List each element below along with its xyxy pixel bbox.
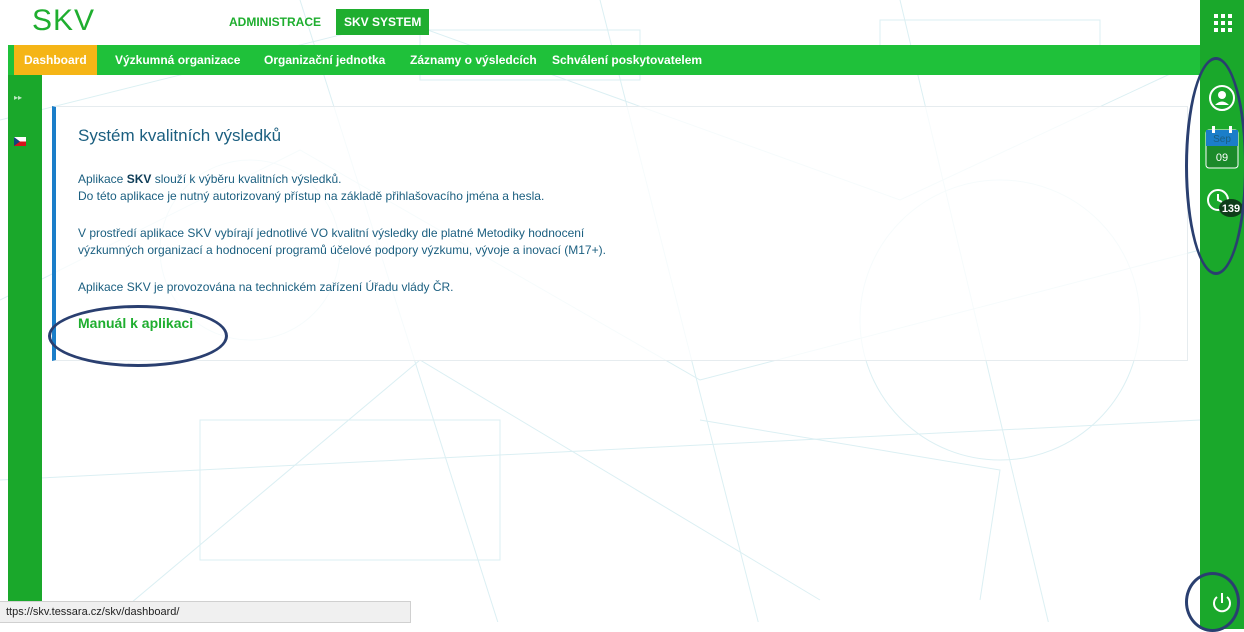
nav-organizacni-jednotka[interactable]: Organizační jednotka [254,45,395,75]
annotation-oval-power [1185,572,1240,632]
page-title: Systém kvalitních výsledků [78,126,282,145]
intro-paragraph-4: výzkumných organizací a hodnocení progra… [78,243,606,257]
top-header: SKV ADMINISTRACE SKV SYSTEM [0,0,1200,44]
expand-icon[interactable]: ▸▸ [14,93,28,103]
apps-grid-icon[interactable] [1214,14,1232,32]
tab-administrace[interactable]: ADMINISTRACE [221,9,329,35]
bottom-edge [0,622,1200,629]
intro-paragraph-2: Do této aplikace je nutný autorizovaný p… [78,189,545,203]
intro-paragraph-1: Aplikace SKV slouží k výběru kvalitních … [78,172,342,186]
intro-paragraph-3: V prostředí aplikace SKV vybírají jednot… [78,226,585,240]
left-sidebar: ▸▸ [8,75,42,604]
nav-vyzkumna-organizace[interactable]: Výzkumná organizace [105,45,250,75]
status-bar-url: ttps://skv.tessara.cz/skv/dashboard/ [0,601,411,623]
tab-skv-system[interactable]: SKV SYSTEM [336,9,430,35]
intro-paragraph-5: Aplikace SKV je provozována na technické… [78,280,454,294]
annotation-oval-manual [48,305,228,367]
welcome-card: Systém kvalitních výsledků Aplikace SKV … [52,106,1188,361]
main-nav: Dashboard Výzkumná organizace Organizačn… [8,45,1200,75]
app-logo[interactable]: SKV [32,4,95,38]
annotation-oval-right-icons [1185,57,1244,275]
nav-zaznamy-o-vysledcich[interactable]: Záznamy o výsledcích [400,45,547,75]
czech-flag-icon[interactable] [14,137,26,146]
nav-schvaleni-poskytovatelem[interactable]: Schválení poskytovatelem [542,45,712,75]
nav-dashboard[interactable]: Dashboard [14,45,97,75]
